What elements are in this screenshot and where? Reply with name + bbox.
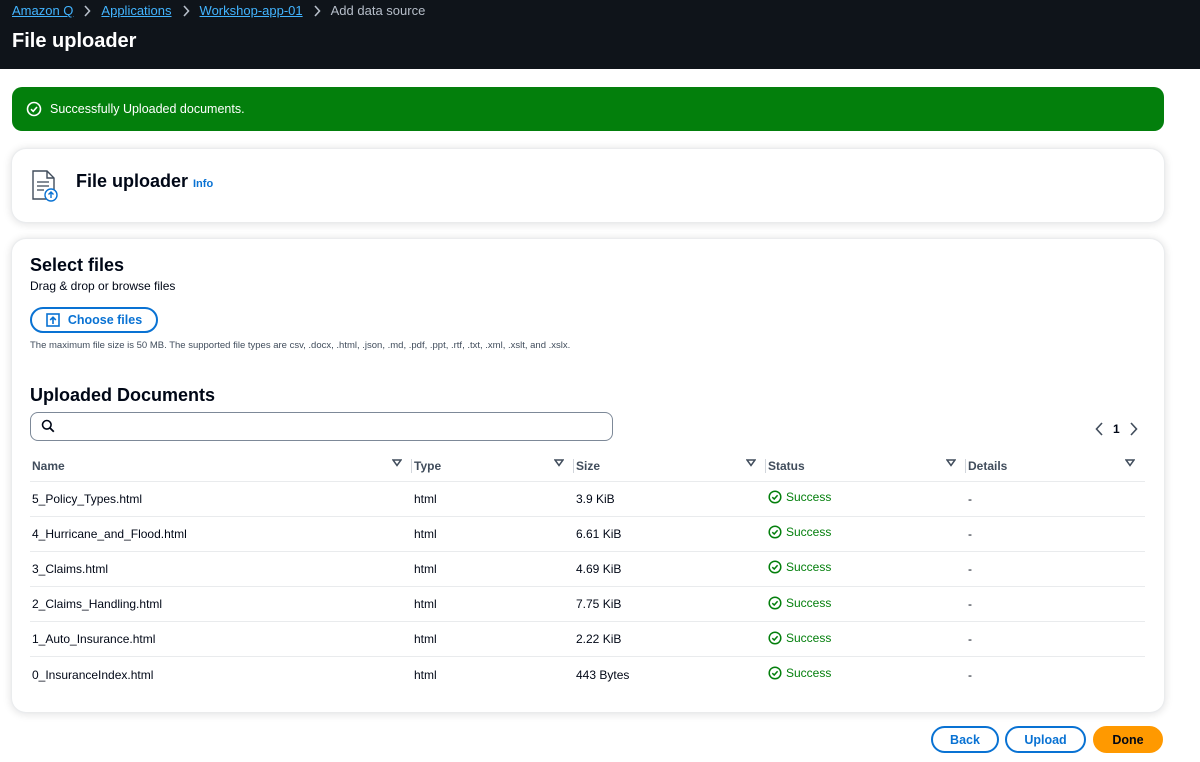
- info-link[interactable]: Info: [193, 178, 213, 190]
- document-upload-icon: [30, 169, 60, 208]
- cell-size: 2.22 KiB: [574, 621, 766, 658]
- upload-button[interactable]: Upload: [1005, 726, 1086, 753]
- cell-details: -: [966, 551, 1145, 588]
- next-page-icon[interactable]: [1129, 422, 1139, 436]
- cell-name: 4_Hurricane_and_Flood.html: [30, 516, 412, 552]
- column-header-name[interactable]: Name: [30, 451, 412, 482]
- status-indicator: Success: [768, 596, 831, 610]
- table-row: 2_Claims_Handling.html html 7.75 KiB Suc…: [30, 586, 1145, 623]
- check-circle-icon: [768, 596, 782, 610]
- uploaded-documents-table: Name Type Size Status Details 5_Policy_T…: [30, 451, 1145, 692]
- column-header-type[interactable]: Type: [412, 451, 574, 482]
- cell-type: html: [412, 551, 574, 588]
- status-indicator: Success: [768, 666, 831, 680]
- uploaded-documents-heading: Uploaded Documents: [30, 385, 216, 405]
- cell-status: Success: [766, 586, 966, 623]
- upload-main-card: Select files Drag & drop or browse files…: [12, 239, 1164, 712]
- choose-files-label: Choose files: [67, 313, 143, 327]
- pagination: 1: [1094, 422, 1139, 436]
- cell-type: html: [412, 586, 574, 623]
- cell-status: Success: [766, 657, 966, 692]
- sort-caret-icon[interactable]: [554, 459, 564, 467]
- file-uploader-title: File uploader: [76, 171, 189, 191]
- cell-status: Success: [766, 551, 966, 588]
- cell-type: html: [414, 667, 437, 682]
- sort-caret-icon[interactable]: [746, 459, 756, 467]
- cell-status: Success: [766, 621, 966, 658]
- check-circle-icon: [26, 101, 42, 117]
- search-input[interactable]: [63, 416, 603, 437]
- cell-details: -: [966, 516, 1145, 552]
- cell-size: 3.9 KiB: [574, 481, 766, 517]
- cell-details: -: [966, 621, 1145, 658]
- column-header-details[interactable]: Details: [966, 451, 1145, 482]
- table-row: 5_Policy_Types.html html 3.9 KiB Success…: [30, 481, 1145, 517]
- done-button[interactable]: Done: [1093, 726, 1163, 753]
- search-field: [30, 412, 613, 441]
- select-files-heading: Select files: [30, 255, 125, 275]
- check-circle-icon: [768, 490, 782, 504]
- breadcrumb-current: Add data source: [330, 3, 426, 18]
- table-header-row: Name Type Size Status Details: [30, 451, 1145, 482]
- check-circle-icon: [768, 525, 782, 539]
- cell-type: html: [412, 621, 574, 658]
- cell-name: 0_InsuranceIndex.html: [32, 667, 154, 682]
- top-header: Amazon Q Applications Workshop-app-01 Ad…: [0, 0, 1200, 69]
- status-indicator: Success: [768, 525, 831, 539]
- cell-details: -: [966, 481, 1145, 517]
- cell-status: Success: [766, 516, 966, 552]
- page-number[interactable]: 1: [1113, 422, 1120, 436]
- cell-status: Success: [766, 481, 966, 517]
- chevron-right-icon: [83, 4, 91, 17]
- status-indicator: Success: [768, 631, 831, 645]
- file-uploader-header-card: File uploader Info: [12, 149, 1164, 222]
- cell-size: 443 Bytes: [576, 667, 630, 682]
- cell-type: html: [412, 481, 574, 517]
- flash-message: Successfully Uploaded documents.: [50, 102, 245, 116]
- choose-files-button[interactable]: Choose files: [30, 307, 158, 333]
- cell-details: -: [966, 586, 1145, 623]
- back-button[interactable]: Back: [931, 726, 999, 753]
- search-icon: [41, 419, 55, 433]
- breadcrumb-applications[interactable]: Applications: [101, 3, 171, 18]
- status-indicator: Success: [768, 490, 831, 504]
- status-indicator: Success: [768, 560, 831, 574]
- cell-size: 7.75 KiB: [574, 586, 766, 623]
- breadcrumb-workshop-app[interactable]: Workshop-app-01: [200, 3, 303, 18]
- select-files-description: Drag & drop or browse files: [30, 279, 176, 293]
- page-title: File uploader: [12, 30, 137, 52]
- cell-name: 5_Policy_Types.html: [30, 481, 412, 517]
- check-circle-icon: [768, 560, 782, 575]
- table-row: 4_Hurricane_and_Flood.html html 6.61 KiB…: [30, 516, 1145, 552]
- sort-caret-icon[interactable]: [946, 459, 956, 467]
- file-constraint-text: The maximum file size is 50 MB. The supp…: [30, 340, 571, 351]
- check-circle-icon: [768, 631, 782, 645]
- table-row: 0_InsuranceIndex.html html 443 Bytes Suc…: [30, 657, 1145, 692]
- cell-size: 4.69 KiB: [574, 551, 766, 588]
- cell-type: html: [412, 516, 574, 552]
- table-row: 3_Claims.html html 4.69 KiB Success -: [30, 551, 1145, 588]
- sort-caret-icon[interactable]: [1125, 459, 1135, 467]
- cell-size: 6.61 KiB: [574, 516, 766, 552]
- chevron-right-icon: [313, 4, 321, 17]
- sort-caret-icon[interactable]: [392, 459, 402, 467]
- cell-name: 1_Auto_Insurance.html: [30, 621, 412, 658]
- check-circle-icon: [768, 666, 782, 680]
- upload-icon: [46, 313, 60, 327]
- chevron-right-icon: [182, 4, 190, 17]
- breadcrumb-amazon-q[interactable]: Amazon Q: [12, 3, 73, 18]
- previous-page-icon[interactable]: [1094, 422, 1104, 436]
- success-flashbar: Successfully Uploaded documents.: [12, 87, 1164, 131]
- table-row: 1_Auto_Insurance.html html 2.22 KiB Succ…: [30, 621, 1145, 658]
- cell-name: 2_Claims_Handling.html: [30, 586, 412, 623]
- column-header-status[interactable]: Status: [766, 451, 966, 482]
- breadcrumb: Amazon Q Applications Workshop-app-01 Ad…: [12, 3, 425, 18]
- column-header-size[interactable]: Size: [574, 451, 766, 482]
- cell-details: -: [968, 667, 972, 682]
- cell-name: 3_Claims.html: [30, 551, 412, 588]
